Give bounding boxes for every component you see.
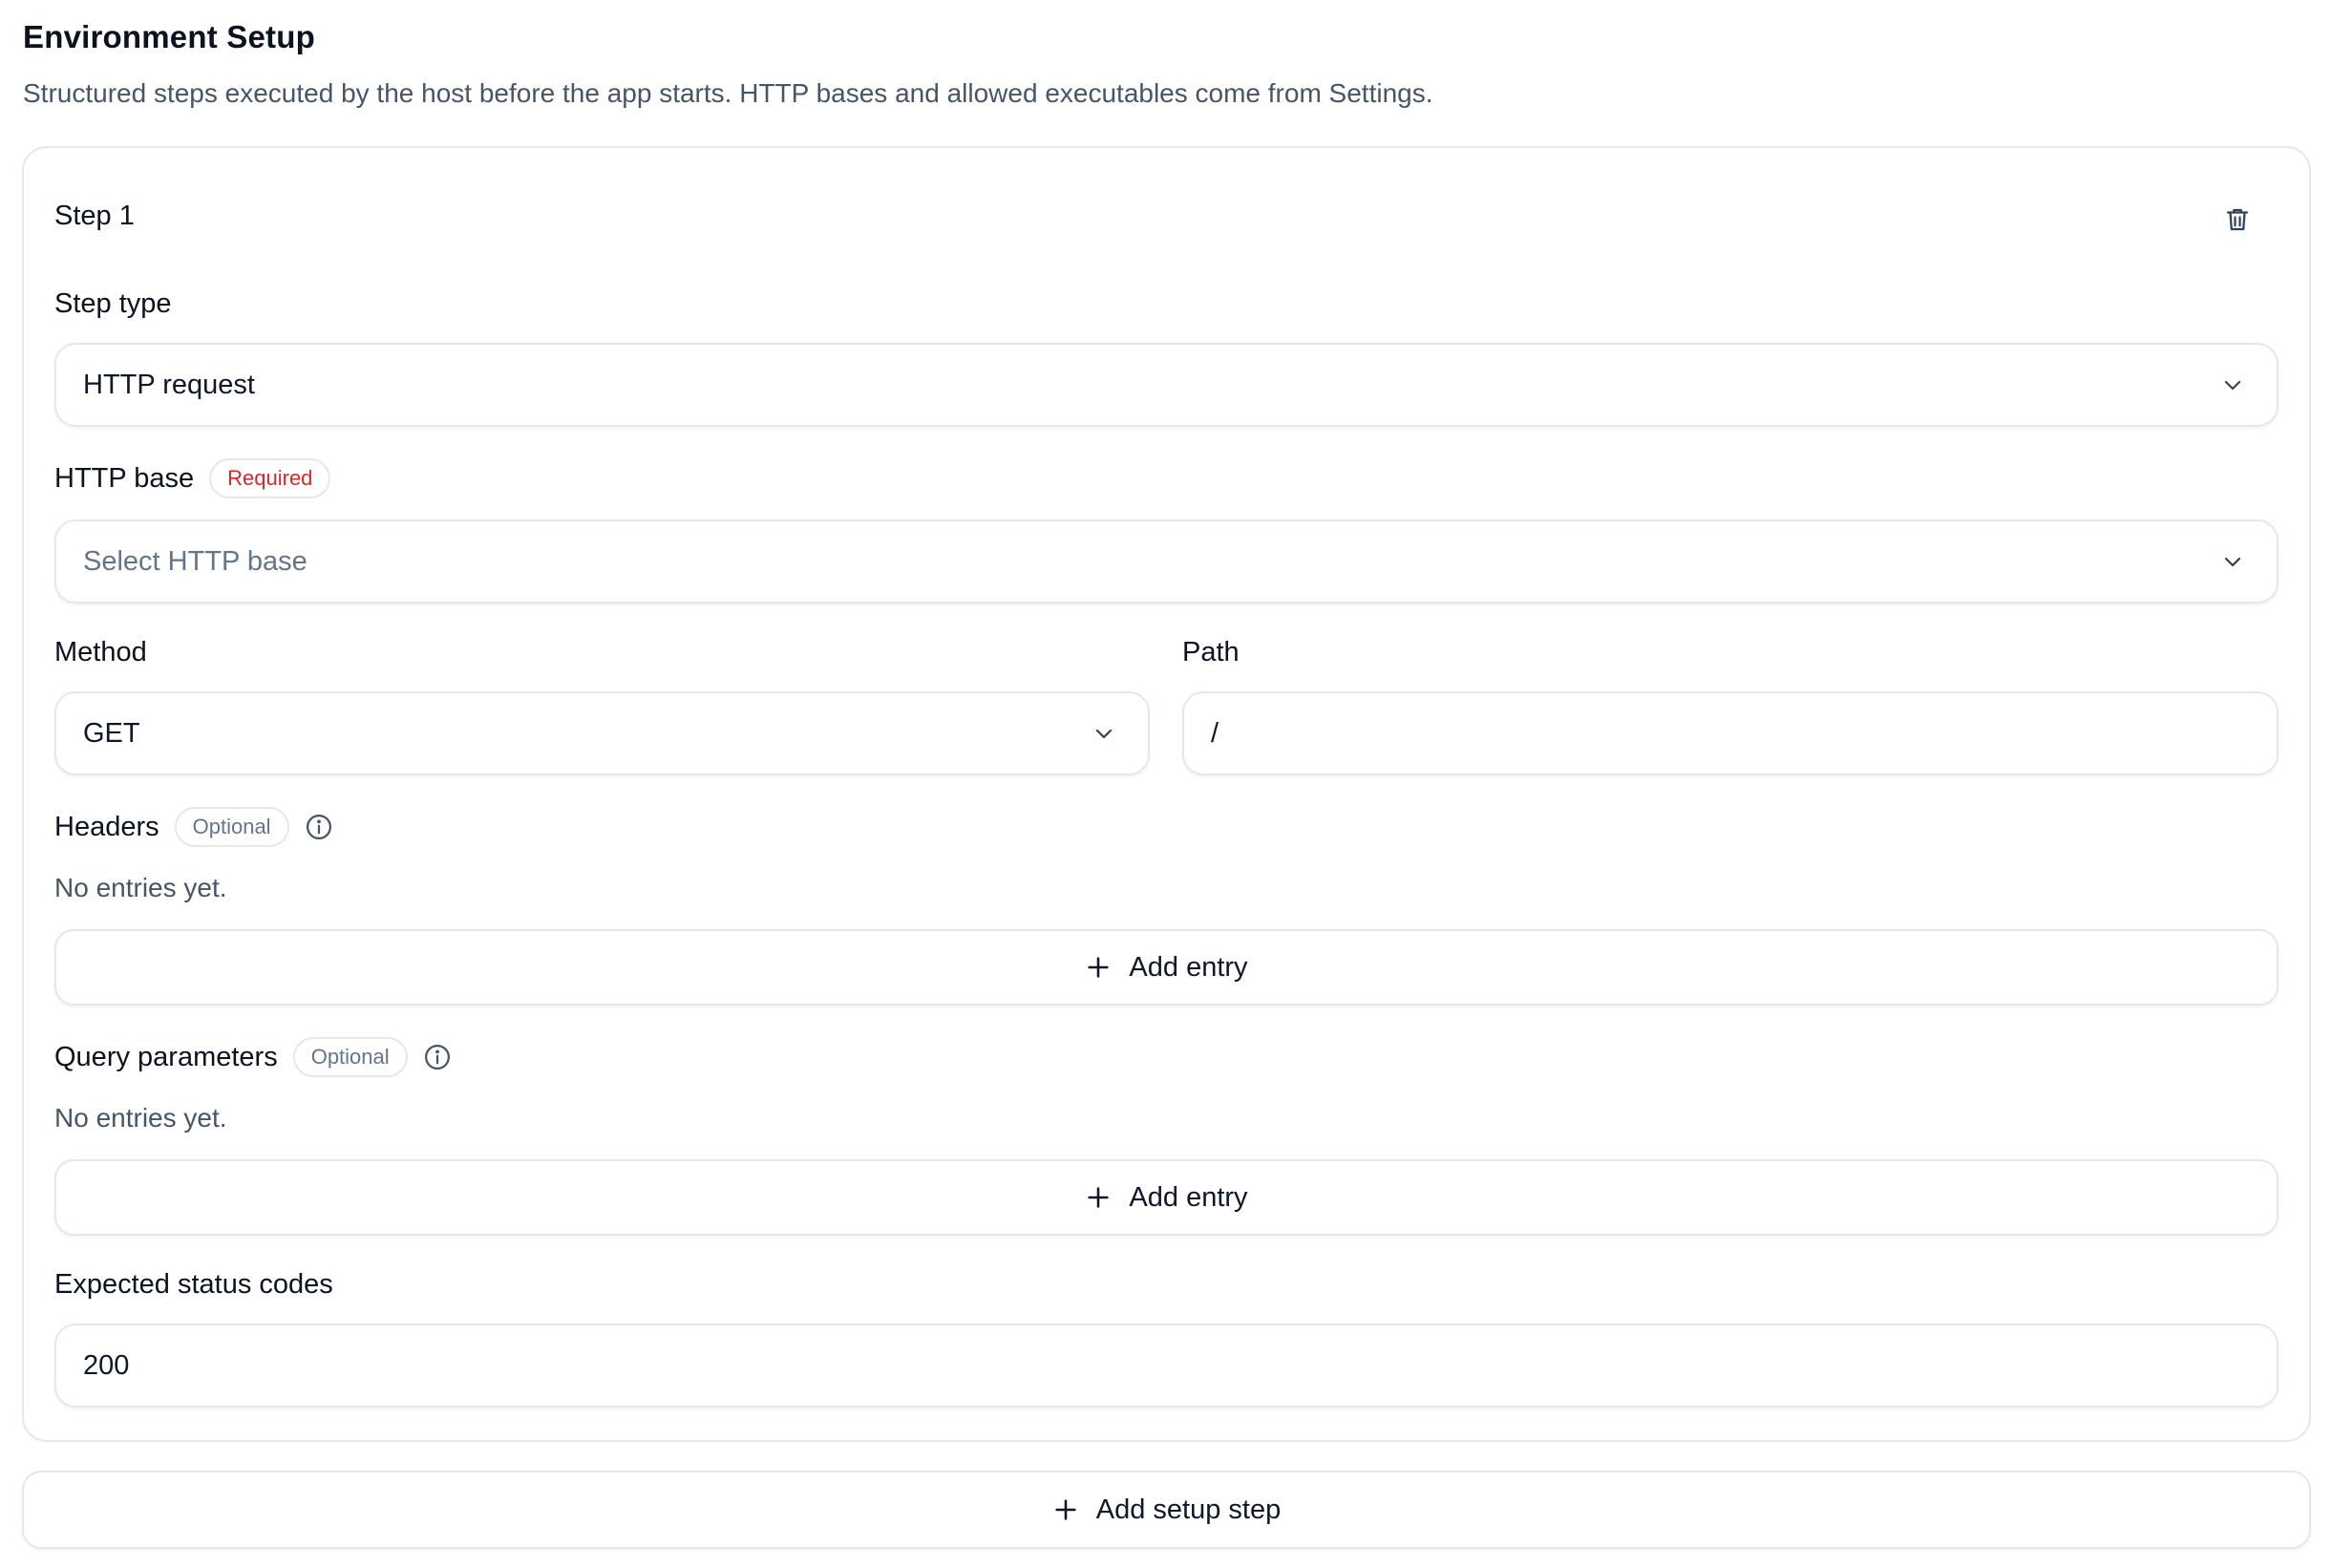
- add-setup-step-label: Add setup step: [1095, 1494, 1282, 1525]
- path-input[interactable]: /: [1182, 691, 2279, 775]
- chevron-down-icon: [2224, 380, 2241, 391]
- method-value: GET: [83, 717, 140, 749]
- headers-label: Headers: [54, 811, 159, 842]
- method-label: Method: [54, 637, 147, 667]
- step-type-select[interactable]: HTTP request: [54, 343, 2279, 427]
- plus-icon: [1055, 1499, 1076, 1520]
- required-badge: Required: [209, 458, 331, 498]
- http-base-label-row: HTTP base Required: [54, 458, 331, 498]
- expected-status-value: 200: [83, 1349, 130, 1381]
- chevron-down-icon: [1095, 729, 1113, 739]
- step-type-label: Step type: [54, 288, 172, 319]
- chevron-down-icon: [2224, 557, 2241, 567]
- http-base-label: HTTP base: [54, 462, 195, 494]
- add-entry-label: Add entry: [1129, 1181, 1248, 1213]
- info-icon[interactable]: [305, 813, 333, 841]
- step-type-value: HTTP request: [83, 369, 255, 400]
- section-title: Environment Setup: [23, 19, 315, 54]
- add-setup-step-button[interactable]: Add setup step: [22, 1471, 2311, 1549]
- trash-icon: [2226, 208, 2249, 231]
- step-card: [22, 146, 2311, 1442]
- expected-status-input[interactable]: 200: [54, 1324, 2279, 1408]
- add-query-entry-button[interactable]: Add entry: [54, 1159, 2279, 1236]
- path-label: Path: [1182, 637, 1240, 667]
- optional-badge: Optional: [174, 807, 289, 847]
- headers-empty-text: No entries yet.: [54, 873, 227, 902]
- http-base-select[interactable]: Select HTTP base: [54, 519, 2279, 604]
- plus-icon: [1088, 957, 1110, 978]
- delete-step-button[interactable]: [2214, 196, 2261, 244]
- add-header-entry-button[interactable]: Add entry: [54, 929, 2279, 1006]
- step-title: Step 1: [54, 201, 135, 231]
- query-params-empty-text: No entries yet.: [54, 1103, 227, 1133]
- add-entry-label: Add entry: [1129, 951, 1248, 983]
- info-icon[interactable]: [423, 1043, 452, 1071]
- optional-badge: Optional: [292, 1037, 408, 1077]
- query-params-label-row: Query parameters Optional: [54, 1037, 452, 1077]
- path-value: /: [1211, 717, 1219, 749]
- expected-status-label: Expected status codes: [54, 1269, 333, 1300]
- method-select[interactable]: GET: [54, 691, 1150, 775]
- section-description: Structured steps executed by the host be…: [23, 78, 1433, 108]
- plus-icon: [1088, 1187, 1110, 1208]
- http-base-placeholder: Select HTTP base: [83, 545, 307, 577]
- headers-label-row: Headers Optional: [54, 807, 333, 847]
- query-params-label: Query parameters: [54, 1041, 278, 1072]
